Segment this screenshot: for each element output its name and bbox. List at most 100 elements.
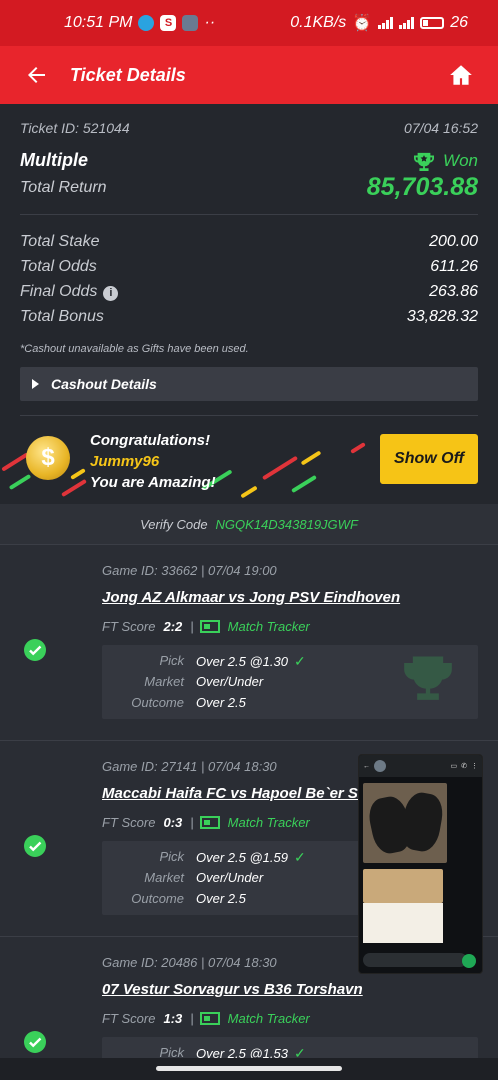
pick-value-wrap: Over 2.5 @1.59 ✓	[196, 849, 306, 866]
market-row: Market Over/Under	[102, 870, 263, 885]
check-circle-icon	[24, 639, 46, 661]
username: Jummy96	[90, 453, 160, 470]
mic-icon[interactable]	[462, 954, 476, 968]
signal-icon	[378, 17, 394, 29]
signal2-icon	[399, 17, 415, 29]
video-call-icon: ▭	[450, 763, 458, 770]
cashout-note: *Cashout unavailable as Gifts have been …	[20, 343, 249, 355]
chat-image	[363, 869, 443, 903]
status-time: 10:51 PM	[64, 14, 133, 31]
pick-value-wrap: Over 2.5 @1.30 ✓	[196, 653, 306, 670]
decoration-streak	[350, 442, 366, 454]
total-odds-value: 611.26	[430, 257, 478, 275]
total-stake-value: 200.00	[429, 232, 478, 250]
pick-value: Over 2.5 @1.30	[196, 654, 288, 669]
pick-row: Pick Over 2.5 @1.30 ✓	[102, 653, 306, 670]
match-tracker-link[interactable]: Match Tracker	[228, 619, 310, 634]
ft-score-label: FT Score	[102, 1011, 156, 1026]
ft-score-row: FT Score 1:3 | Match Tracker	[102, 1011, 310, 1026]
outcome-row: Outcome Over 2.5	[102, 695, 246, 710]
floating-video-window[interactable]: ← ▭ ✆ ⋮	[358, 754, 483, 974]
match-tracker-link[interactable]: Match Tracker	[228, 1011, 310, 1026]
shoe-shape	[398, 790, 446, 854]
bet-type: Multiple	[20, 150, 88, 170]
cashout-details-toggle[interactable]: Cashout Details	[20, 367, 478, 401]
match-tracker-icon	[199, 620, 220, 633]
app-header: Ticket Details	[0, 46, 498, 104]
game-id: Game ID: 20486 | 07/04 18:30	[102, 955, 277, 970]
pick-row: Pick Over 2.5 @1.59 ✓	[102, 849, 306, 866]
separator: |	[190, 619, 194, 634]
telegram-icon	[138, 15, 155, 31]
market-label: Market	[144, 870, 184, 885]
ticket-id: Ticket ID: 521044	[20, 120, 130, 136]
match-tracker-icon	[199, 1012, 220, 1025]
pick-value: Over 2.5 @1.53	[196, 1046, 288, 1058]
chat-image	[363, 783, 447, 863]
check-circle-icon	[24, 1031, 46, 1053]
game-item: Game ID: 33662 | 07/04 19:00 Jong AZ Alk…	[0, 544, 498, 740]
final-odds-value: 263.86	[429, 282, 478, 300]
amount-row: Total Odds 611.26	[20, 254, 478, 279]
chat-input[interactable]	[363, 953, 467, 967]
ft-score: 0:3	[163, 815, 183, 830]
coin-icon: $	[26, 436, 70, 480]
s-app-icon: S	[160, 15, 177, 31]
decoration-streak	[1, 452, 29, 472]
divider	[20, 214, 478, 215]
chat-message	[363, 903, 443, 943]
outcome-value: Over 2.5	[196, 891, 246, 906]
congrats-banner: $ Congratulations! Jummy96 You are Amazi…	[0, 420, 498, 504]
caret-right-icon	[32, 379, 39, 389]
match-name[interactable]: 07 Vestur Sorvagur vs B36 Torshavn	[102, 981, 363, 998]
total-return-value: 85,703.88	[366, 173, 478, 201]
total-odds-label: Total Odds	[20, 257, 97, 275]
decoration-streak	[8, 473, 32, 491]
net-speed: 0.1KB/s	[290, 14, 347, 31]
game-id: Game ID: 27141 | 07/04 18:30	[102, 759, 277, 774]
verify-code[interactable]: NGQK14D343819JGWF	[216, 517, 358, 532]
battery-level: 26	[450, 14, 468, 31]
separator: |	[190, 815, 194, 830]
show-off-button[interactable]: Show Off	[380, 434, 478, 484]
status-badge: Won	[413, 151, 478, 171]
outcome-label: Outcome	[131, 695, 184, 710]
total-bonus-label: Total Bonus	[20, 307, 104, 325]
ft-score-label: FT Score	[102, 619, 156, 634]
settings-app-icon	[182, 15, 199, 31]
trophy-watermark-icon	[404, 656, 452, 700]
total-bonus-value: 33,828.32	[406, 307, 478, 325]
decoration-streak	[261, 455, 299, 481]
outcome-row: Outcome Over 2.5	[102, 891, 246, 906]
check-icon: ✓	[293, 653, 306, 669]
phone-icon: ✆	[461, 763, 467, 770]
congrats-line: Congratulations!	[90, 432, 210, 449]
market-value: Over/Under	[196, 674, 264, 689]
pick-details: Pick Over 2.5 @1.30 ✓ Market Over/Under O…	[102, 645, 478, 719]
decoration-streak	[70, 468, 86, 480]
divider	[20, 415, 478, 416]
pick-row: Pick Over 2.5 @1.53 ✓	[102, 1045, 305, 1058]
home-gesture-pill[interactable]	[156, 1066, 342, 1071]
ft-score: 2:2	[163, 619, 183, 634]
back-button[interactable]	[24, 63, 48, 87]
decoration-streak	[61, 478, 87, 498]
match-tracker-icon	[199, 816, 220, 829]
status-bar: 10:51 PM S ·· 0.1KB/s ⏰ 26	[0, 0, 498, 46]
home-button[interactable]	[448, 62, 474, 88]
status-text: Won	[443, 150, 478, 170]
ticket-date: 07/04 16:52	[404, 120, 478, 136]
decoration-streak	[240, 485, 258, 499]
outcome-value: Over 2.5	[196, 695, 246, 710]
congrats-line: You are Amazing!	[90, 474, 216, 491]
game-id: Game ID: 33662 | 07/04 19:00	[102, 563, 277, 578]
page-title: Ticket Details	[70, 64, 186, 85]
info-icon[interactable]: i	[103, 285, 119, 301]
back-arrow-icon: ←	[363, 762, 370, 770]
avatar	[374, 760, 386, 772]
check-circle-icon	[24, 835, 46, 857]
separator: |	[190, 1011, 194, 1026]
match-name[interactable]: Jong AZ Alkmaar vs Jong PSV Eindhoven	[102, 589, 400, 606]
verify-code-row: Verify Code NGQK14D343819JGWF	[0, 504, 498, 544]
match-tracker-link[interactable]: Match Tracker	[228, 815, 310, 830]
